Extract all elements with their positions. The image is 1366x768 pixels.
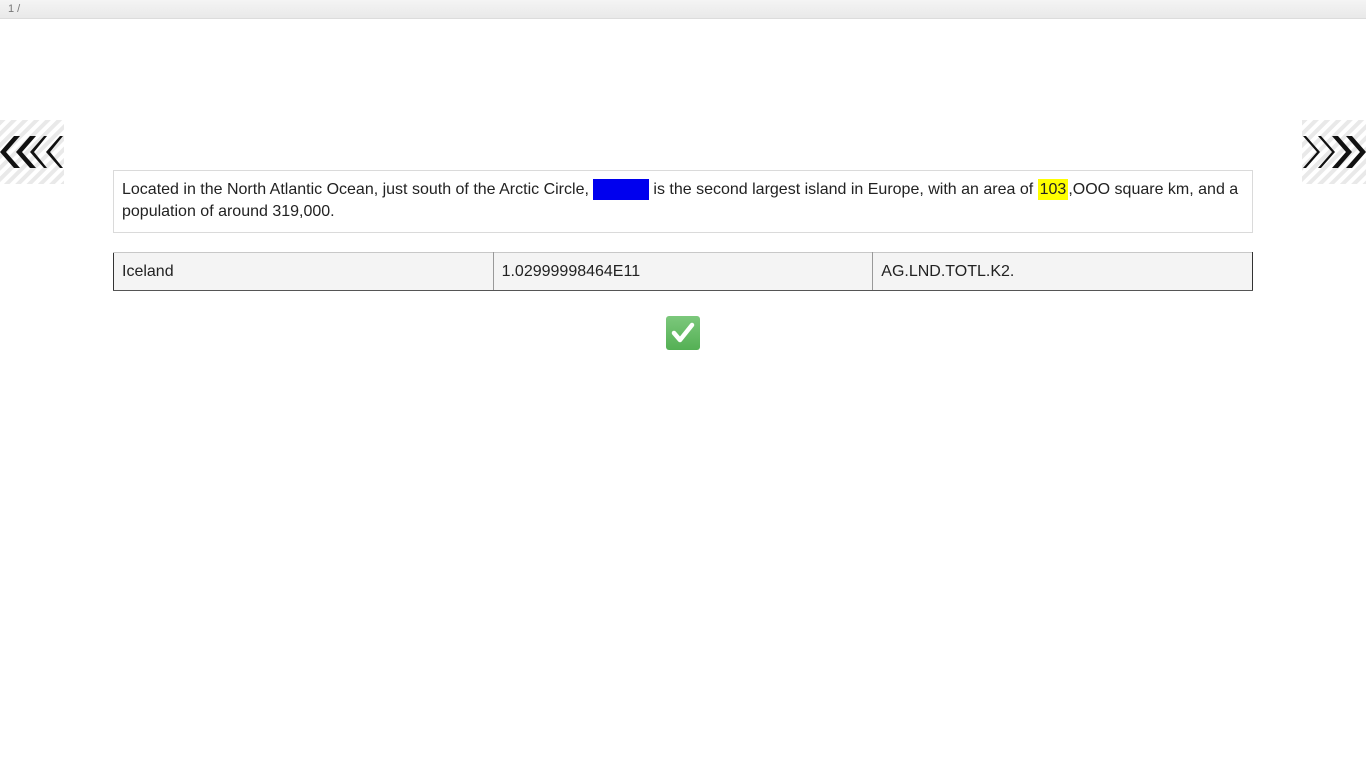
next-button[interactable] — [1302, 120, 1366, 184]
table-cell-value: 1.02999998464E11 — [492, 252, 874, 291]
check-icon — [671, 322, 695, 343]
sentence-middle: is the second largest island in Europe, … — [648, 181, 1038, 198]
highlighted-entity: Iceland — [593, 179, 649, 200]
sentence-text: Located in the North Atlantic Ocean, jus… — [113, 170, 1253, 233]
confirm-button[interactable] — [666, 316, 700, 350]
double-chevron-right-icon — [1302, 120, 1366, 184]
data-table: Iceland 1.02999998464E11 AG.LND.TOTL.K2. — [113, 252, 1253, 291]
table-cell-indicator: AG.LND.TOTL.K2. — [872, 252, 1253, 291]
previous-button[interactable] — [0, 120, 64, 184]
highlighted-number: 103 — [1037, 179, 1069, 200]
sentence-before: Located in the North Atlantic Ocean, jus… — [122, 181, 594, 198]
page-counter: 1 / — [8, 3, 21, 15]
table-cell-country: Iceland — [113, 252, 494, 291]
table-row: Iceland 1.02999998464E11 AG.LND.TOTL.K2. — [113, 252, 1253, 291]
double-chevron-left-icon — [0, 120, 64, 184]
top-toolbar: 1 / — [0, 0, 1366, 19]
